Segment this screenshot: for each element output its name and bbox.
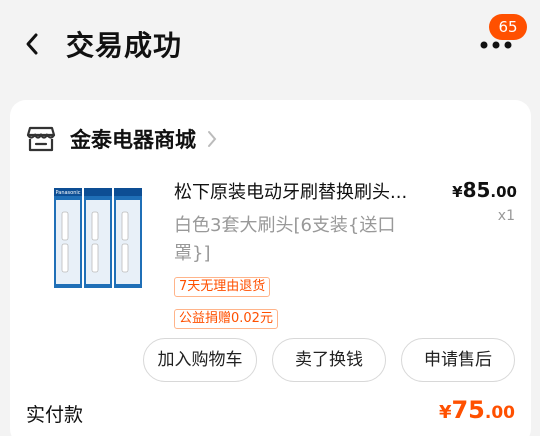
price-integer: 85 xyxy=(462,178,491,202)
chevron-right-icon xyxy=(206,130,218,148)
payment-integer: 75 xyxy=(451,396,485,424)
notification-badge: 65 xyxy=(489,14,527,40)
add-to-cart-button[interactable]: 加入购物车 xyxy=(143,338,257,382)
price-currency: ¥ xyxy=(452,183,463,201)
shop-name: 金泰电器商城 xyxy=(70,128,196,152)
brand-text: Panasonic xyxy=(55,190,80,196)
top-bar: 交易成功 65 xyxy=(0,0,540,90)
page-title: 交易成功 xyxy=(66,29,183,62)
store-icon xyxy=(26,124,56,154)
product-sku: 白色3套大刷头[6支装{送口罩}] xyxy=(174,215,396,264)
product-title[interactable]: 松下原装电动牙刷替换刷头... xyxy=(174,178,444,204)
return-policy-tag: 7天无理由退货 xyxy=(174,277,271,297)
shop-link[interactable]: 金泰电器商城 xyxy=(26,122,218,156)
after-sales-button[interactable]: 申请售后 xyxy=(401,338,515,382)
product-price: ¥85.00 xyxy=(452,178,517,202)
back-button[interactable] xyxy=(16,28,48,60)
product-image[interactable]: Panasonic xyxy=(44,182,154,294)
price-decimal: .00 xyxy=(490,183,517,201)
payment-label: 实付款 xyxy=(26,404,84,426)
payment-decimal: .00 xyxy=(484,403,515,423)
order-card: 金泰电器商城 Panasonic 松下原装电动牙刷替换刷头... 白色3套大刷头… xyxy=(10,100,531,436)
product-quantity: x1 xyxy=(497,208,515,224)
payment-amount: ¥75.00 xyxy=(439,396,515,424)
payment-currency: ¥ xyxy=(438,402,452,423)
more-dots-icon xyxy=(480,41,512,49)
resell-button[interactable]: 卖了换钱 xyxy=(272,338,386,382)
chevron-left-icon xyxy=(26,33,38,55)
charity-tag: 公益捐赠0.02元 xyxy=(174,309,278,329)
